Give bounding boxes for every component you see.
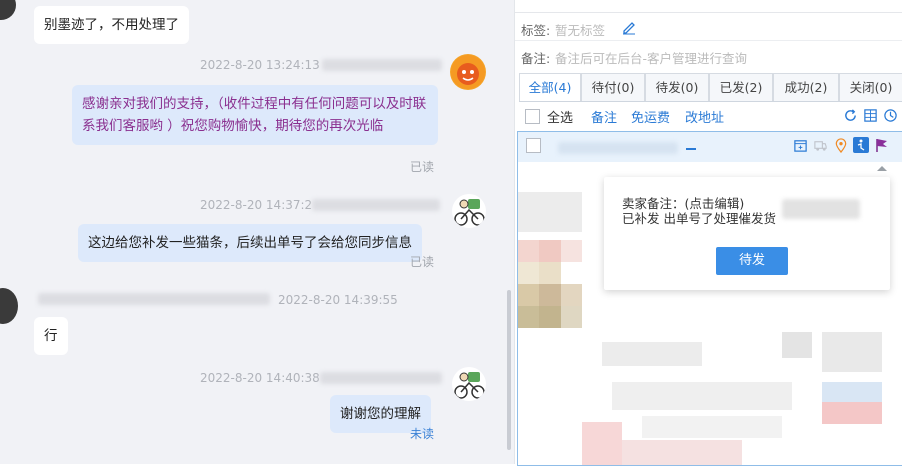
chat-panel: 别墨迹了，不用处理了 2022-8-20 13:24:13 感谢亲对我们的支持，… xyxy=(0,0,514,464)
tag-label: 标签: xyxy=(521,23,551,38)
agent-avatar xyxy=(450,54,486,90)
history-icon[interactable] xyxy=(883,108,898,127)
order-checkbox[interactable] xyxy=(526,138,541,153)
customer-avatar xyxy=(0,288,18,324)
agent-avatar xyxy=(452,367,486,401)
accessibility-icon[interactable] xyxy=(853,137,869,157)
message-bubble: 感谢亲对我们的支持，（收件过程中有任何问题可以及时联系我们客服哟 ）祝您购物愉快… xyxy=(72,85,438,145)
tab-shipped[interactable]: 已发(2) xyxy=(709,73,773,101)
redacted-name xyxy=(320,372,442,384)
customer-avatar xyxy=(0,0,16,20)
free-shipping-link[interactable]: 免运费 xyxy=(631,107,670,126)
redacted-product-details xyxy=(582,332,902,465)
chat-scrollbar[interactable] xyxy=(504,0,514,464)
location-icon[interactable] xyxy=(834,138,848,157)
tag-value: 暂无标签 xyxy=(555,23,606,38)
tab-closed[interactable]: 关闭(0) xyxy=(839,73,902,101)
message-bubble: 别墨迹了，不用处理了 xyxy=(34,6,189,44)
flag-icon[interactable] xyxy=(874,137,890,157)
select-all-checkbox[interactable] xyxy=(525,109,540,124)
unread-status: 未读 xyxy=(410,427,435,441)
read-status: 已读 xyxy=(410,255,435,269)
refresh-icon[interactable] xyxy=(843,108,858,127)
divider xyxy=(515,40,902,41)
redacted-product-image xyxy=(518,192,582,342)
select-all-label: 全选 xyxy=(547,111,574,126)
grid-icon[interactable] xyxy=(863,108,878,127)
message-timestamp: 2022-8-20 14:39:55 xyxy=(278,293,398,307)
message-bubble: 行 xyxy=(34,317,68,355)
seller-note-text: 已补发 出单号了处理催发货 xyxy=(622,211,776,226)
tab-pending-payment[interactable]: 待付(0) xyxy=(581,73,645,101)
redacted-name xyxy=(38,293,270,305)
scrollbar-thumb[interactable] xyxy=(507,290,511,450)
tab-success[interactable]: 成功(2) xyxy=(773,73,839,101)
edit-icon[interactable] xyxy=(621,19,637,39)
redacted-note-tail xyxy=(782,199,860,219)
change-address-link[interactable]: 改地址 xyxy=(685,107,724,126)
panel-top-divider xyxy=(515,0,902,13)
message-timestamp: 2022-8-20 14:37:2 xyxy=(200,198,313,212)
truck-icon[interactable] xyxy=(813,138,828,157)
calendar-icon[interactable] xyxy=(793,138,808,157)
collapse-arrow-icon[interactable] xyxy=(876,161,888,176)
note-label: 备注: xyxy=(521,51,551,66)
order-tabs: 全部(4) 待付(0) 待发(0) 已发(2) 成功(2) 关闭(0) xyxy=(519,73,902,102)
pending-shipment-button[interactable]: 待发 xyxy=(716,247,788,275)
tab-pending-shipment[interactable]: 待发(0) xyxy=(645,73,709,101)
dash-mark xyxy=(686,148,696,150)
redacted-order-info xyxy=(558,142,678,154)
note-input[interactable]: 备注后可在后台-客户管理进行查询 xyxy=(555,48,747,67)
redacted-name xyxy=(312,199,440,211)
redacted-name xyxy=(322,59,442,71)
read-status: 已读 xyxy=(410,160,435,174)
tab-all[interactable]: 全部(4) xyxy=(519,73,581,101)
agent-avatar xyxy=(452,194,486,228)
message-timestamp: 2022-8-20 14:40:38 xyxy=(200,371,320,385)
message-bubble: 这边给您补发一些猫条，后续出单号了会给您同步信息 xyxy=(78,224,422,262)
message-timestamp: 2022-8-20 13:24:13 xyxy=(200,58,320,72)
remark-link[interactable]: 备注 xyxy=(591,107,617,126)
